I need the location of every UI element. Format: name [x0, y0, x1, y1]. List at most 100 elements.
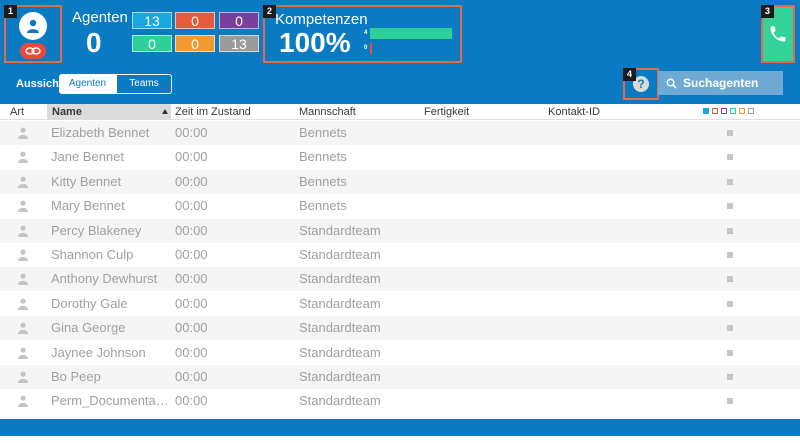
table-row[interactable]: Gina George 00:00 Standardteam	[0, 316, 800, 341]
logout-button[interactable]	[20, 43, 46, 59]
col-header-type[interactable]: Art	[10, 104, 24, 120]
agent-time: 00:00	[175, 295, 208, 311]
table-row[interactable]: Anthony Dewhurst 00:00 Standardteam	[0, 267, 800, 292]
col-header-name[interactable]: Name	[52, 104, 82, 120]
table-row[interactable]: Jaynee Johnson 00:00 Standardteam	[0, 341, 800, 365]
callout-badge-1: 1	[4, 5, 17, 18]
skills-label: Kompetenzen	[275, 11, 368, 28]
state-indicator	[727, 130, 733, 136]
state-indicator	[727, 203, 733, 210]
state-indicator	[727, 276, 733, 283]
search-agents-field[interactable]: Suchagenten	[658, 71, 783, 95]
agent-person-icon	[18, 176, 28, 188]
skill-bar	[370, 28, 452, 39]
agent-person-icon	[18, 322, 28, 335]
agent-team: Standardteam	[299, 393, 381, 409]
skills-percent: 100%	[279, 27, 351, 58]
agent-time: 00:00	[175, 320, 208, 336]
agent-name: Elizabeth Bennet	[51, 125, 150, 140]
state-indicator	[727, 227, 733, 234]
agent-person-icon	[18, 127, 28, 139]
tab-teams[interactable]: Teams	[116, 74, 172, 94]
table-row[interactable]: Dorothy Gale 00:00 Standardteam	[0, 292, 800, 316]
view-label: Aussicht	[16, 78, 63, 90]
agent-person-icon	[18, 395, 28, 408]
legend-square	[703, 108, 709, 114]
logout-icon	[25, 47, 41, 55]
agent-name: Kitty Bennet	[51, 173, 122, 189]
agent-team: Standardteam	[299, 320, 381, 336]
search-placeholder: Suchagenten	[683, 76, 759, 90]
top-header: 1 Agenten 0 13 0 0 0 0 13 Kompetenzen 10…	[0, 0, 800, 66]
table-row[interactable]: Bo Peep 00:00 Standardteam	[0, 365, 800, 389]
agents-count: 0	[86, 27, 102, 58]
state-indicator	[727, 398, 733, 405]
agent-name: Dorothy Gale	[51, 295, 128, 311]
agent-person-icon	[18, 298, 28, 310]
state-indicator	[727, 325, 733, 332]
state-tile-unavailable[interactable]: 0	[175, 12, 215, 29]
agent-name: Gina George	[51, 320, 126, 336]
agent-person-icon	[18, 249, 28, 261]
agent-person-icon	[18, 273, 28, 286]
agent-team: Bennets	[299, 125, 347, 140]
agent-time: 00:00	[175, 125, 208, 140]
state-tile-inbound[interactable]: 0	[132, 35, 172, 52]
table-row[interactable]: Shannon Culp 00:00 Standardteam	[0, 243, 800, 267]
table-row[interactable]: Elizabeth Bennet 00:00 Bennets	[0, 121, 800, 145]
agent-time: 00:00	[175, 222, 208, 238]
state-indicator	[727, 178, 733, 185]
agent-person-icon	[18, 200, 28, 213]
tab-agents[interactable]: Agenten	[59, 74, 116, 94]
agent-time: 00:00	[175, 173, 208, 189]
col-header-contact[interactable]: Kontakt-ID	[548, 104, 600, 120]
state-indicator	[727, 252, 733, 258]
agent-time: 00:00	[175, 271, 208, 287]
agent-team: Standardteam	[299, 344, 381, 360]
agent-person-icon	[18, 371, 28, 383]
user-icon[interactable]	[19, 12, 47, 40]
callout-badge-2: 2	[263, 5, 276, 18]
state-tile-loggedout[interactable]: 13	[219, 35, 259, 52]
agent-team: Standardteam	[299, 369, 381, 384]
table-row[interactable]: Mary Bennet 00:00 Bennets	[0, 194, 800, 218]
agent-team: Standardteam	[299, 247, 381, 262]
agent-person-icon	[18, 151, 28, 164]
state-tile-working[interactable]: 0	[219, 12, 259, 29]
legend-square	[748, 108, 754, 114]
agent-time: 00:00	[175, 149, 208, 165]
col-header-team[interactable]: Mannschaft	[299, 104, 356, 120]
agent-name: Jane Bennet	[51, 149, 125, 165]
table-row[interactable]: Jane Bennet 00:00 Bennets	[0, 145, 800, 169]
col-header-skill[interactable]: Fertigkeit	[424, 104, 469, 120]
skill-bar-label: 4	[364, 30, 368, 36]
agent-name: Jaynee Johnson	[51, 344, 146, 360]
agent-name: Perm_Documenta…	[51, 393, 169, 409]
state-tile-outbound[interactable]: 0	[175, 35, 215, 52]
sort-asc-icon	[162, 109, 168, 114]
agent-time: 00:00	[175, 393, 208, 409]
agent-team: Bennets	[299, 173, 347, 189]
agent-name: Bo Peep	[51, 369, 101, 384]
legend-square	[739, 108, 745, 114]
legend-square	[730, 108, 736, 114]
agent-team: Standardteam	[299, 295, 381, 311]
callout-badge-3: 3	[761, 5, 774, 18]
phone-icon	[770, 26, 786, 42]
agent-person-icon	[18, 347, 28, 359]
col-header-time[interactable]: Zeit im Zustand	[175, 104, 251, 120]
agent-time: 00:00	[175, 344, 208, 360]
agent-name: Percy Blakeney	[51, 222, 142, 238]
state-indicator	[727, 300, 733, 307]
agent-team: Standardteam	[299, 271, 381, 287]
agent-time: 00:00	[175, 198, 208, 214]
agent-name: Shannon Culp	[51, 247, 134, 262]
state-indicator	[727, 154, 733, 161]
state-tile-available[interactable]: 13	[132, 12, 172, 29]
table-row[interactable]: Kitty Bennet 00:00 Bennets	[0, 169, 800, 194]
table-row[interactable]: Perm_Documenta… 00:00 Standardteam	[0, 389, 800, 413]
skills-panel: Kompetenzen 100% 4 0	[263, 5, 462, 63]
table-row[interactable]: Percy Blakeney 00:00 Standardteam	[0, 218, 800, 243]
agent-name: Mary Bennet	[51, 198, 125, 214]
skill-bar-label: 0	[364, 45, 368, 51]
